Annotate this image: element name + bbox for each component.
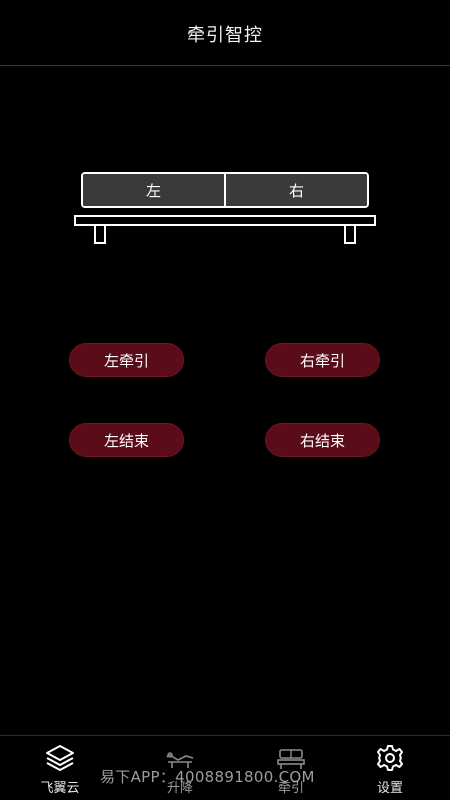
tab-label: 飞翼云: [40, 781, 80, 796]
left-traction-button[interactable]: 左牵引: [69, 343, 184, 377]
bed-left-zone[interactable]: 左: [83, 174, 226, 206]
watermark-text: 易下APP：4008891800.COM: [100, 768, 315, 786]
layers-icon: [46, 745, 74, 771]
bed-right-zone[interactable]: 右: [226, 174, 367, 206]
tab-feiyi-cloud[interactable]: 飞翼云: [20, 736, 100, 800]
gear-icon: [377, 745, 403, 771]
app-header: 牵引智控: [0, 0, 450, 66]
right-end-button[interactable]: 右结束: [265, 423, 380, 457]
bed-leg-right: [344, 224, 356, 244]
tab-label: 设置: [376, 781, 403, 796]
page-title: 牵引智控: [187, 25, 263, 46]
right-traction-button[interactable]: 右牵引: [265, 343, 380, 377]
bed-frame: [74, 215, 376, 226]
tab-settings[interactable]: 设置: [350, 736, 430, 800]
bed-diagram: 左 右: [74, 171, 376, 247]
bed-mattress: 左 右: [81, 172, 369, 208]
bed-leg-left: [94, 224, 106, 244]
left-end-button[interactable]: 左结束: [69, 423, 184, 457]
